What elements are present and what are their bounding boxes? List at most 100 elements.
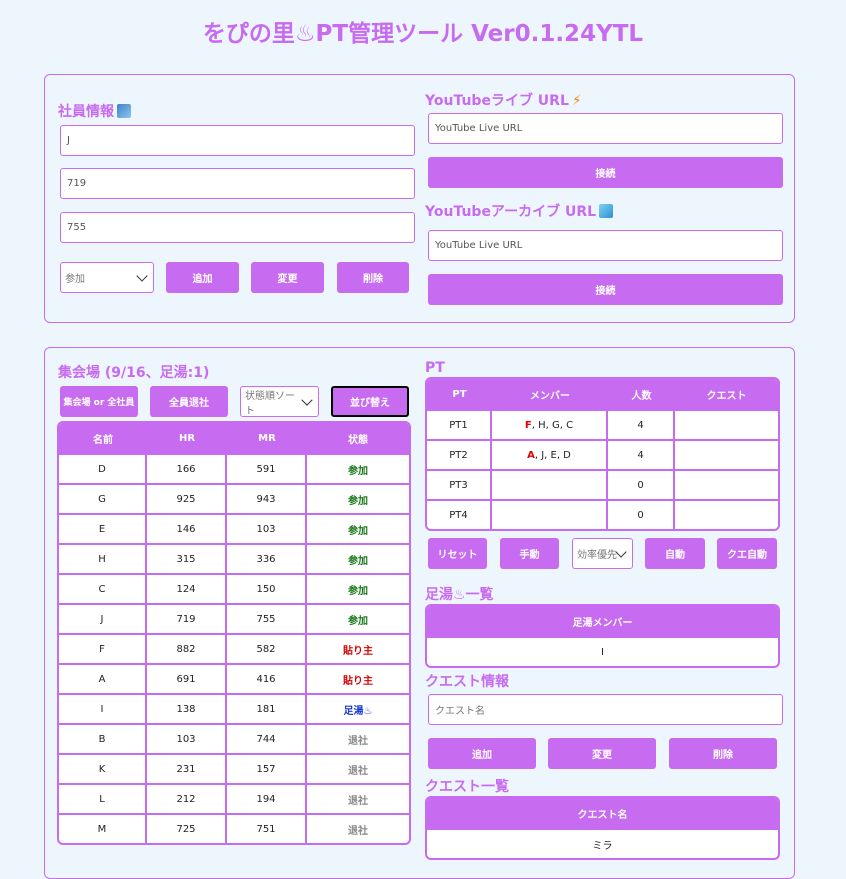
member-name: H [59,543,147,573]
quest-delete-button[interactable]: 削除 [669,738,777,769]
pt-count: 0 [608,499,675,529]
sort-button[interactable]: 並び替え [331,386,409,417]
table-row[interactable]: G 925 943 参加 [59,483,409,513]
pt-column-pt: PT [427,379,492,409]
pt-mode-select[interactable]: 効率優先 [572,538,633,569]
member-hr: 103 [147,723,227,753]
ice-cube-icon [599,204,614,218]
member-name: M [59,813,147,843]
member-mr: 751 [227,813,307,843]
member-mr: 194 [227,783,307,813]
member-mr: 416 [227,663,307,693]
member-status: 参加 [307,543,409,573]
youtube-archive-connect-button[interactable]: 接続 [428,274,783,305]
member-status: 参加 [307,573,409,603]
member-hr: 725 [147,813,227,843]
member-mr: 744 [227,723,307,753]
pt-row[interactable]: PT2 A, J, E, D4 [427,439,778,469]
youtube-live-heading: YouTubeライブ URL ⚡ [425,93,582,109]
chevron-down-icon [615,545,627,558]
member-name: F [59,633,147,663]
employee-change-button[interactable]: 変更 [251,262,324,293]
member-mr: 755 [227,603,307,633]
pt-quest-auto-button[interactable]: クエ自動 [717,538,777,569]
member-mr: 582 [227,633,307,663]
employee-add-button[interactable]: 追加 [166,262,239,293]
member-name: K [59,753,147,783]
employee-hr-field[interactable]: 719 [60,168,415,199]
employee-name-field[interactable]: J [60,125,415,156]
member-hr: 124 [147,573,227,603]
table-row[interactable]: B 103 744 退社 [59,723,409,753]
pt-count: 4 [608,409,675,439]
member-name: D [59,453,147,483]
employee-status-select[interactable]: 参加 [60,262,154,293]
id-card-icon [117,104,131,118]
member-name: C [59,573,147,603]
quest-add-button[interactable]: 追加 [428,738,536,769]
youtube-live-connect-button[interactable]: 接続 [428,157,783,188]
table-row[interactable]: D 166 591 参加 [59,453,409,483]
pt-row[interactable]: PT1 F, H, G, C4 [427,409,778,439]
member-mr: 591 [227,453,307,483]
pt-members: A, J, E, D [492,439,608,469]
member-hr: 315 [147,543,227,573]
pt-column-members: メンバー [492,379,608,409]
footbath-heading: 足湯♨一覧 [425,587,494,603]
pt-table: PT メンバー 人数 クエスト PT1 F, H, G, C 4 PT2 A, J, E… [425,377,780,531]
youtube-live-url-input[interactable]: YouTube Live URL [428,113,783,144]
table-row[interactable]: E 146 103 参加 [59,513,409,543]
chevron-down-icon [136,269,148,282]
pt-row[interactable]: PT4 0 [427,499,778,529]
member-status: 参加 [307,483,409,513]
member-mr: 157 [227,753,307,783]
member-hr: 166 [147,453,227,483]
column-header-status: 状態 [307,423,409,453]
member-name: E [59,513,147,543]
pt-row[interactable]: PT3 0 [427,469,778,499]
pt-name: PT2 [427,439,492,469]
youtube-archive-url-input[interactable]: YouTube Live URL [428,230,783,261]
pt-heading: PT [425,360,445,376]
member-status: 退社 [307,813,409,843]
table-row[interactable]: L 212 194 退社 [59,783,409,813]
column-header-mr: MR [227,423,307,453]
table-row[interactable]: I 138 181 足湯♨ [59,693,409,723]
member-name: L [59,783,147,813]
pt-reset-button[interactable]: リセット [428,538,487,569]
footbath-member: I [427,636,778,666]
member-hr: 691 [147,663,227,693]
pt-name: PT4 [427,499,492,529]
pt-auto-button[interactable]: 自動 [645,538,705,569]
table-row[interactable]: M 725 751 退社 [59,813,409,843]
gathering-toggle-button[interactable]: 集会場 or 全社員 [60,386,138,417]
sort-order-select[interactable]: 状態順ソート [240,386,319,417]
member-name: B [59,723,147,753]
member-status: 足湯♨ [307,693,409,723]
employee-mr-field[interactable]: 755 [60,212,415,243]
pt-manual-button[interactable]: 手動 [500,538,559,569]
member-mr: 943 [227,483,307,513]
quest-change-button[interactable]: 変更 [548,738,656,769]
pt-column-quest: クエスト [675,379,778,409]
leave-all-button[interactable]: 全員退社 [150,386,228,417]
table-row[interactable]: F 882 582 貼り主 [59,633,409,663]
pt-quest [675,469,778,499]
quest-name-input[interactable]: クエスト名 [428,694,783,725]
quest-list-column-name: クエスト名 [427,798,778,828]
table-row[interactable]: J 719 755 参加 [59,603,409,633]
employee-delete-button[interactable]: 削除 [337,262,409,293]
gathering-heading: 集会場 (9/16、足湯:1) [58,365,210,381]
member-mr: 150 [227,573,307,603]
quest-list-heading: クエスト一覧 [425,779,509,795]
table-row[interactable]: K 231 157 退社 [59,753,409,783]
member-mr: 336 [227,543,307,573]
table-row[interactable]: C 124 150 参加 [59,573,409,603]
table-row[interactable]: A 691 416 貼り主 [59,663,409,693]
quest-list-item[interactable]: ミラ [427,828,778,858]
footbath-table: 足湯メンバー I [425,604,780,668]
member-hr: 231 [147,753,227,783]
pt-name: PT1 [427,409,492,439]
table-row[interactable]: H 315 336 参加 [59,543,409,573]
member-status: 参加 [307,603,409,633]
